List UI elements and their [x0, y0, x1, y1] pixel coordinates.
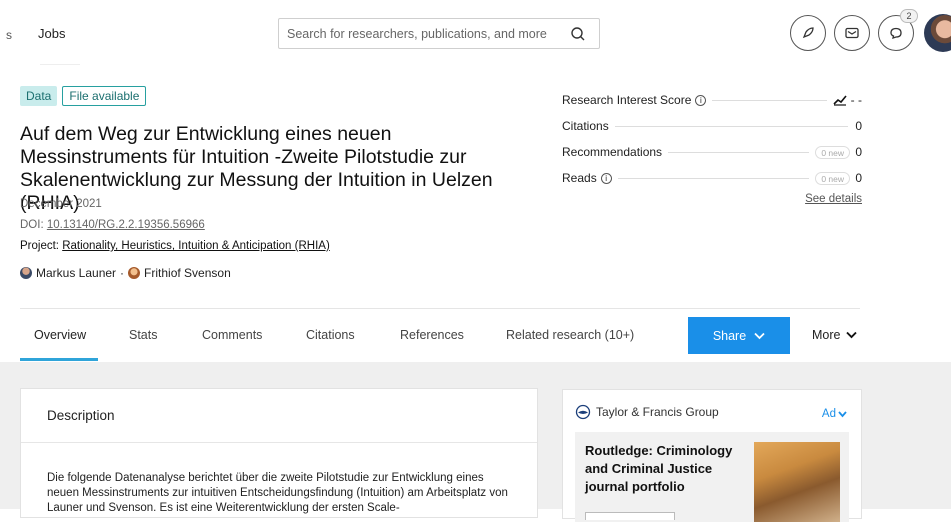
new-count-pill: 0 new: [815, 145, 850, 159]
ad-publisher[interactable]: Taylor & Francis Group: [575, 404, 719, 420]
stat-recommendations: Recommendations 0 new 0: [562, 139, 862, 165]
trend-icon: [833, 95, 847, 106]
ad-title[interactable]: Routledge: Criminology and Criminal Just…: [585, 442, 745, 496]
ad-card: Taylor & Francis Group Ad Routledge: Cri…: [562, 389, 862, 522]
authors: Markus Launer · Frithiof Svenson: [20, 266, 231, 280]
mail-icon-button[interactable]: [834, 15, 870, 51]
stat-citations: Citations 0: [562, 113, 862, 139]
nav-underline: [40, 64, 80, 65]
tab-stats[interactable]: Stats: [129, 328, 158, 342]
tab-comments[interactable]: Comments: [202, 328, 262, 342]
info-icon[interactable]: i: [695, 94, 707, 106]
info-icon[interactable]: i: [600, 172, 612, 184]
stat-research-interest: Research Interest Score i - -: [562, 87, 862, 113]
more-label: More: [812, 328, 841, 342]
tab-related-research[interactable]: Related research (10+): [506, 328, 634, 342]
description-heading: Description: [47, 408, 115, 423]
tab-overview[interactable]: Overview: [34, 328, 86, 342]
new-count-pill: 0 new: [815, 171, 850, 185]
publisher-logo-icon: [575, 404, 591, 420]
project-line: Project: Rationality, Heuristics, Intuit…: [20, 240, 330, 252]
author-avatar[interactable]: [20, 267, 32, 279]
stat-value: 0: [855, 145, 862, 159]
author-link[interactable]: Markus Launer: [36, 266, 116, 280]
chat-icon: [890, 27, 902, 39]
author-avatar[interactable]: [128, 267, 141, 279]
stat-value: - -: [850, 93, 862, 107]
description-text: Die folgende Datenanalyse berichtet über…: [47, 472, 508, 514]
more-button[interactable]: More: [812, 328, 858, 342]
data-tag: Data: [20, 86, 58, 106]
chevron-down-icon: [838, 410, 847, 417]
author-link[interactable]: Frithiof Svenson: [144, 266, 231, 280]
tabs-divider: [20, 308, 860, 309]
stat-label: Citations: [562, 119, 615, 133]
active-tab-indicator: [20, 358, 98, 361]
chevron-down-icon: [846, 331, 858, 339]
stat-reads: Reads i 0 new 0: [562, 165, 862, 191]
project-link[interactable]: Rationality, Heuristics, Intuition & Ant…: [62, 240, 330, 252]
see-details-link[interactable]: See details: [805, 193, 862, 205]
rocket-icon: [802, 27, 814, 39]
chevron-down-icon: [754, 332, 765, 339]
publication-date: December 2021: [20, 198, 102, 210]
stats-panel: Research Interest Score i - - Citations 0…: [562, 87, 862, 205]
description-card: Description Die folgende Datenanalyse be…: [20, 388, 538, 518]
share-label: Share: [712, 328, 747, 343]
stat-value: 0: [855, 119, 862, 133]
doi-line: DOI: 10.13140/RG.2.2.19356.56966: [20, 219, 205, 231]
author-separator: ·: [120, 266, 125, 280]
nav-edge-fragment: s: [6, 28, 12, 42]
publisher-name: Taylor & Francis Group: [596, 405, 719, 419]
nav-jobs-link[interactable]: Jobs: [38, 26, 65, 41]
stat-value: 0: [855, 171, 862, 185]
user-avatar[interactable]: [924, 14, 951, 52]
ad-label-menu[interactable]: Ad: [822, 408, 847, 420]
share-button[interactable]: Share: [688, 317, 790, 354]
type-tags: Data File available: [20, 86, 147, 106]
stat-label: Research Interest Score: [562, 93, 692, 107]
stat-label: Recommendations: [562, 145, 669, 159]
doi-label: DOI:: [20, 219, 47, 231]
ad-cta-button[interactable]: [585, 512, 675, 520]
stat-label: Reads: [562, 171, 597, 185]
search-box[interactable]: [278, 18, 600, 49]
file-available-tag: File available: [62, 86, 147, 106]
description-divider: [21, 442, 537, 443]
doi-link[interactable]: 10.13140/RG.2.2.19356.56966: [47, 219, 205, 231]
search-input[interactable]: [279, 26, 559, 41]
notification-badge: 2: [900, 9, 918, 23]
search-icon[interactable]: [570, 26, 586, 42]
project-label: Project:: [20, 240, 63, 252]
top-bar: s Jobs 2: [0, 0, 951, 66]
rocket-icon-button[interactable]: [790, 15, 826, 51]
mail-icon: [845, 27, 859, 39]
tab-citations[interactable]: Citations: [306, 328, 355, 342]
ad-label: Ad: [821, 408, 836, 420]
ad-image[interactable]: [754, 442, 840, 522]
tab-references[interactable]: References: [400, 328, 464, 342]
